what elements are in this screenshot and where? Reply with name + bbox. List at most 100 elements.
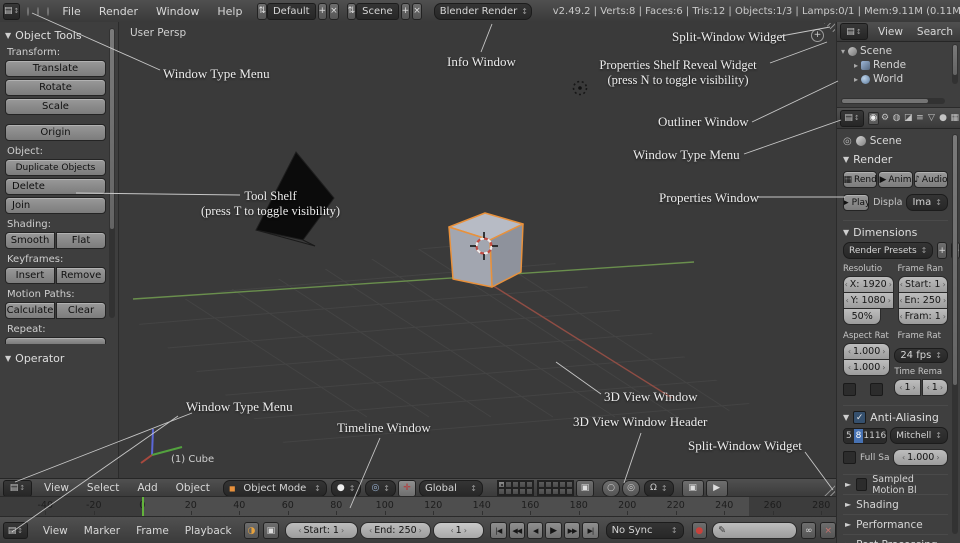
resolution-percentage-field[interactable]: 50% (843, 309, 881, 325)
render-panel-header[interactable]: ▼Render (843, 153, 948, 166)
operator-panel-header[interactable]: ▼Operator (5, 352, 106, 365)
frame-step-field[interactable]: ‹Fram: 1› (898, 309, 949, 325)
scene-delete-button[interactable]: × (412, 3, 422, 20)
render-tab-icon[interactable]: ◉ (868, 112, 879, 125)
render-presets-dropdown[interactable]: Render Presets↕ (843, 242, 933, 259)
frame-end-field[interactable]: ‹En: 250› (898, 293, 949, 309)
timeline-menu-item[interactable]: Marker (76, 525, 128, 537)
current-frame-field[interactable]: ‹1› (433, 522, 484, 539)
screen-add-button[interactable]: + (318, 3, 328, 20)
crop-checkbox[interactable] (870, 383, 883, 396)
insert-keyframe-button[interactable]: Insert (5, 267, 55, 284)
playback-range-button[interactable]: ◑ (244, 522, 260, 539)
tool-shelf-scrollbar[interactable] (109, 28, 115, 318)
delete-button[interactable]: Delete (5, 178, 106, 195)
layers-grid-1[interactable] (497, 480, 534, 496)
viewport-shading-dropdown[interactable]: ●↕ (331, 480, 362, 497)
flat-button[interactable]: Flat (56, 232, 106, 249)
render-image-button[interactable]: ▦Rend (843, 171, 877, 188)
scene-field[interactable]: Scene (356, 3, 399, 20)
view3d-menu-item[interactable]: Select (78, 482, 128, 494)
play-reverse-button[interactable]: ◀ (527, 522, 543, 539)
object-tools-panel-header[interactable]: ▼Object Tools (5, 29, 106, 42)
clear-paths-button[interactable]: Clear (56, 302, 106, 319)
info-menu-item[interactable]: Help (208, 5, 251, 18)
outliner-row-world[interactable]: ▸ World (841, 72, 950, 86)
play-button[interactable]: ▶ (545, 522, 561, 539)
timeline-menu-item[interactable]: Frame (128, 525, 177, 537)
world-tab-icon[interactable]: ◍ (891, 112, 902, 125)
resolution-y-field[interactable]: ‹Y: 1080› (843, 293, 894, 309)
aa-samples-11[interactable]: 11 (863, 429, 874, 443)
jump-to-start-button[interactable]: |◀ (490, 522, 506, 539)
play-button[interactable]: ▶Play (843, 194, 869, 211)
post-processing-panel-header[interactable]: ►Post Processing (843, 534, 948, 543)
preset-add-button[interactable]: + (937, 242, 947, 259)
render-anim-button[interactable]: ▶Anim (878, 171, 912, 188)
antialiasing-checkbox[interactable]: ✓ (853, 411, 866, 424)
full-sample-checkbox[interactable] (843, 451, 856, 464)
viewport-3d[interactable]: User Persp (1) Cube + (119, 22, 836, 478)
view3d-menu-item[interactable]: View (35, 482, 78, 494)
screen-delete-button[interactable]: × (329, 3, 339, 20)
scene-browse-button[interactable]: ⇅ (347, 3, 357, 20)
aa-samples-5[interactable]: 5 (844, 429, 854, 443)
aa-filter-dropdown[interactable]: Mitchell↕ (890, 427, 948, 444)
insert-keyframes-button[interactable]: ∞ (801, 522, 817, 539)
repeat-last-button[interactable] (5, 337, 106, 344)
rotate-button[interactable]: Rotate (5, 79, 106, 96)
outliner-hscrollbar[interactable] (841, 98, 945, 104)
scene-tab-icon[interactable]: ⚙ (880, 112, 891, 125)
frame-end-field[interactable]: ‹End: 250› (360, 522, 431, 539)
render-engine-dropdown[interactable]: Blender Render↕ (434, 3, 532, 20)
window-type-menu-button[interactable]: ▤↕ (840, 23, 868, 40)
antialiasing-panel-header[interactable]: ▼ ✓ Anti-Aliasing (843, 405, 948, 424)
info-menu-item[interactable]: Render (90, 5, 147, 18)
timeline-menu-item[interactable]: View (35, 525, 76, 537)
view3d-menu-item[interactable]: Add (128, 482, 166, 494)
aspect-x-field[interactable]: ‹1.000› (843, 343, 890, 360)
object-tab-icon[interactable]: ◪ (903, 112, 914, 125)
texture-tab-icon[interactable]: ▦ (949, 112, 960, 125)
jump-to-end-button[interactable]: ▶| (582, 522, 598, 539)
aa-samples-16[interactable]: 16 (875, 429, 886, 443)
opengl-render-anim-button[interactable]: ▶ (706, 480, 728, 497)
translate-button[interactable]: Translate (5, 60, 106, 77)
opengl-render-still-button[interactable]: ▣ (682, 480, 704, 497)
jump-next-keyframe-button[interactable]: ▶▶ (564, 522, 580, 539)
outliner-row-renderlayers[interactable]: ▸ Rende (841, 58, 950, 72)
calculate-paths-button[interactable]: Calculate (5, 302, 55, 319)
remove-keyframe-button[interactable]: Remove (56, 267, 106, 284)
aa-samples-8[interactable]: 8 (854, 429, 864, 443)
border-checkbox[interactable] (843, 383, 856, 396)
filter-size-field[interactable]: ‹1.000› (893, 449, 948, 466)
outliner-menu-item[interactable]: View (871, 26, 910, 38)
scale-button[interactable]: Scale (5, 98, 106, 115)
snap-dropdown[interactable]: Ω↕ (644, 480, 674, 497)
data-tab-icon[interactable]: ▽ (926, 112, 937, 125)
expander-icon[interactable]: ▸ (854, 75, 858, 84)
resolution-x-field[interactable]: ‹X: 1920› (843, 276, 894, 293)
shading-panel-header[interactable]: ►Shading (843, 494, 948, 514)
frame-rate-dropdown[interactable]: 24 fps↕ (894, 348, 948, 363)
remap-old-field[interactable]: ‹1› (894, 379, 920, 396)
info-menu-item[interactable]: File (53, 5, 89, 18)
remap-new-field[interactable]: ‹1› (922, 379, 948, 396)
render-audio-button[interactable]: ♪Audio (914, 171, 948, 188)
expander-icon[interactable]: ▾ (841, 47, 845, 56)
pivot-point-dropdown[interactable]: ◎↕ (365, 480, 396, 497)
manipulator-toggle-button[interactable]: ✛ (398, 480, 416, 497)
layers-grid-2[interactable] (537, 480, 574, 496)
properties-shelf-reveal-widget[interactable]: + (811, 29, 824, 42)
lock-button[interactable]: ▣ (263, 522, 279, 539)
timeline-menu-item[interactable]: Playback (177, 525, 240, 537)
sync-dropdown[interactable]: No Sync↕ (606, 522, 684, 539)
duplicate-objects-button[interactable]: Duplicate Objects (5, 159, 106, 176)
display-mode-dropdown[interactable]: Ima↕ (906, 194, 948, 211)
delete-keyframes-button[interactable]: × (820, 522, 836, 539)
window-type-menu-button[interactable]: ▤↕ (3, 480, 32, 497)
properties-scrollbar[interactable] (952, 134, 958, 534)
constraints-tab-icon[interactable]: ≡ (915, 112, 926, 125)
sampled-motion-blur-checkbox[interactable] (856, 478, 867, 491)
outliner-row-scene[interactable]: ▾ Scene (841, 44, 950, 58)
